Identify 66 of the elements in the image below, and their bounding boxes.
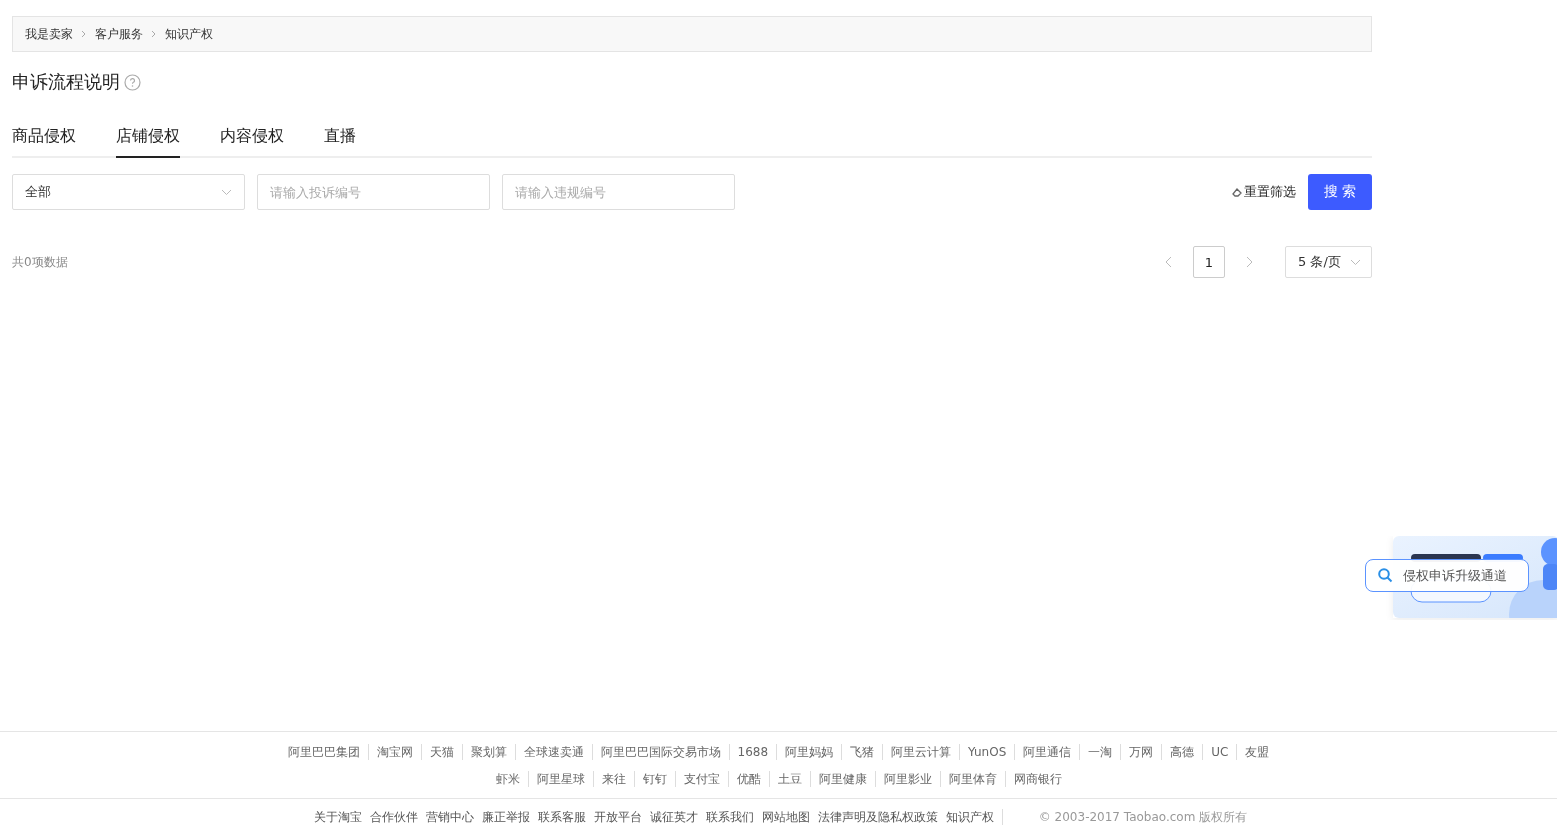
- footer-link[interactable]: 营销中心: [425, 809, 474, 825]
- page-title: 申诉流程说明: [12, 70, 120, 94]
- footer-link[interactable]: 钉钉: [633, 771, 675, 787]
- footer-link[interactable]: 来往: [592, 771, 634, 787]
- footer-link[interactable]: 阿里通信: [1014, 744, 1080, 760]
- footer-link[interactable]: 飞猪: [841, 744, 883, 760]
- footer-link[interactable]: 阿里云计算: [882, 744, 960, 760]
- footer-link[interactable]: 阿里巴巴国际交易市场: [591, 744, 729, 760]
- footer-link[interactable]: 阿里巴巴集团: [279, 744, 368, 760]
- help-icon[interactable]: [124, 73, 141, 91]
- input-field[interactable]: 请输入违规编号: [502, 174, 735, 210]
- footer-link[interactable]: 高德: [1161, 744, 1203, 760]
- footer-link[interactable]: 阿里体育: [939, 771, 1005, 787]
- page-number-button[interactable]: 1: [1193, 246, 1225, 278]
- upgrade-channel-tooltip[interactable]: 侵权申诉升级通道: [1365, 559, 1529, 592]
- caret-icon: [221, 188, 232, 196]
- footer-link[interactable]: 合作伙伴: [369, 809, 418, 825]
- tab[interactable]: 店铺侵权: [116, 126, 180, 158]
- eraser-icon: [1232, 187, 1242, 197]
- footer-link[interactable]: 聚划算: [461, 744, 515, 760]
- footer-link[interactable]: 支付宝: [674, 771, 728, 787]
- input-field[interactable]: 请输入投诉编号: [257, 174, 490, 210]
- footer-link[interactable]: UC: [1202, 744, 1237, 760]
- copyright-text: © 2003-2017 Taobao.com 版权所有: [1038, 809, 1248, 825]
- footer-link[interactable]: 虾米: [487, 771, 528, 787]
- caret-icon: [1350, 258, 1361, 266]
- footer-link[interactable]: 关于淘宝: [313, 809, 362, 825]
- search-button[interactable]: 搜 索: [1308, 174, 1372, 210]
- footer-link[interactable]: 网商银行: [1004, 771, 1070, 787]
- footer-link[interactable]: 诚征英才: [649, 809, 698, 825]
- reset-filter-link[interactable]: 重置筛选: [1232, 183, 1296, 201]
- footer-link[interactable]: 全球速卖通: [514, 744, 592, 760]
- footer-link[interactable]: 廉正举报: [481, 809, 530, 825]
- footer-link[interactable]: 万网: [1120, 744, 1162, 760]
- footer-link[interactable]: 阿里健康: [809, 771, 875, 787]
- footer-link[interactable]: 淘宝网: [367, 744, 421, 760]
- footer-link[interactable]: 阿里妈妈: [776, 744, 842, 760]
- footer-link[interactable]: 1688: [728, 744, 777, 760]
- footer-link[interactable]: 优酷: [727, 771, 769, 787]
- footer-link[interactable]: 阿里星球: [527, 771, 593, 787]
- footer-link[interactable]: YunOS: [959, 744, 1015, 760]
- footer-link[interactable]: 开放平台: [593, 809, 642, 825]
- chevron-icon: [81, 30, 87, 38]
- previous-page-icon[interactable]: [1165, 256, 1173, 268]
- breadcrumb-link[interactable]: 客户服务: [95, 25, 143, 43]
- footer-link[interactable]: 法律声明及隐私权政策: [817, 809, 938, 825]
- footer-link[interactable]: 网站地图: [761, 809, 810, 825]
- total-count: 共0项数据: [12, 253, 68, 271]
- footer-link[interactable]: 一淘: [1079, 744, 1121, 760]
- breadcrumb-link[interactable]: 我是卖家: [25, 25, 73, 43]
- footer-link[interactable]: 阿里影业: [874, 771, 940, 787]
- status-select[interactable]: 全部: [12, 174, 245, 210]
- tab[interactable]: 内容侵权: [220, 126, 284, 158]
- tab[interactable]: 直播: [324, 126, 356, 158]
- search-icon: [1378, 568, 1393, 583]
- footer-link[interactable]: 知识产权: [945, 809, 1003, 825]
- footer-link[interactable]: 联系我们: [705, 809, 754, 825]
- footer-link[interactable]: 天猫: [420, 744, 462, 760]
- breadcrumb-link[interactable]: 知识产权: [165, 25, 213, 43]
- tab[interactable]: 商品侵权: [12, 126, 76, 158]
- page-size-select[interactable]: 5 条/页: [1285, 246, 1372, 278]
- next-page-icon[interactable]: [1245, 256, 1253, 268]
- footer-link[interactable]: 土豆: [768, 771, 810, 787]
- chevron-icon: [151, 30, 157, 38]
- footer-link[interactable]: 友盟: [1236, 744, 1278, 760]
- footer-link[interactable]: 联系客服: [537, 809, 586, 825]
